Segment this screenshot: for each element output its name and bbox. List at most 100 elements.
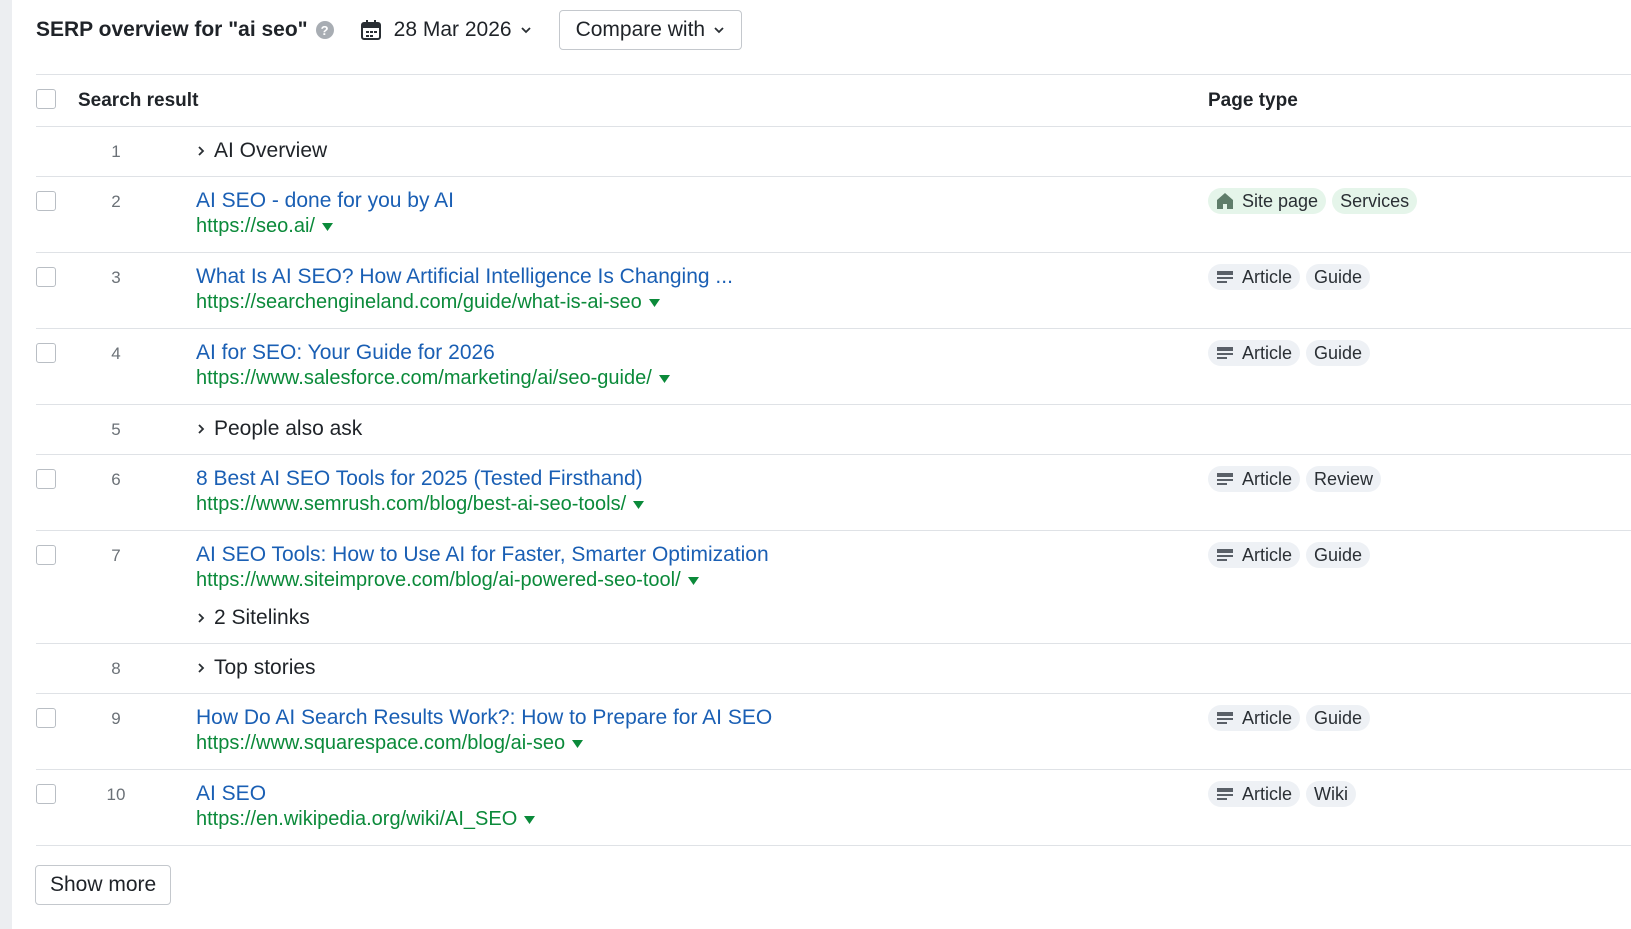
page-type-tag: Guide xyxy=(1306,340,1371,366)
home-icon xyxy=(1217,193,1233,209)
result-url[interactable]: https://www.squarespace.com/blog/ai-seo xyxy=(196,732,584,755)
result-url-text: https://www.salesforce.com/marketing/ai/… xyxy=(196,367,652,389)
article-icon xyxy=(1217,347,1233,359)
page-type-tag-label: Article xyxy=(1242,266,1293,287)
date-picker[interactable]: 28 Mar 2026 xyxy=(360,18,532,42)
page-type-tag-label: Guide xyxy=(1314,544,1363,565)
sitelinks-label: 2 Sitelinks xyxy=(214,606,310,629)
page-type-tag: Article xyxy=(1208,781,1301,807)
page-type-tag: Article xyxy=(1208,466,1301,492)
row-checkbox[interactable] xyxy=(36,784,56,804)
page-type-tag-label: Wiki xyxy=(1314,783,1349,804)
result-url[interactable]: https://searchengineland.com/guide/what-… xyxy=(196,291,660,314)
result-url-text: https://searchengineland.com/guide/what-… xyxy=(196,291,642,313)
page-type-tag-label: Article xyxy=(1242,544,1293,565)
result-url[interactable]: https://seo.ai/ xyxy=(196,215,333,238)
help-icon[interactable]: ? xyxy=(315,21,334,39)
article-icon xyxy=(1217,549,1233,561)
page-type-tag: Article xyxy=(1208,705,1301,731)
table-row: 6 8 Best AI SEO Tools for 2025 (Tested F… xyxy=(36,455,1631,531)
page-type-tag-label: Site page xyxy=(1242,190,1319,211)
result-url[interactable]: https://www.semrush.com/blog/best-ai-seo… xyxy=(196,493,645,516)
result-title-link[interactable]: AI SEO xyxy=(196,782,266,806)
result-url[interactable]: https://www.salesforce.com/marketing/ai/… xyxy=(196,367,670,390)
page-type-tag: Services xyxy=(1332,188,1418,214)
chevron-down-icon xyxy=(520,27,531,34)
page-type-tag: Wiki xyxy=(1306,781,1357,807)
show-more-button[interactable]: Show more xyxy=(35,865,172,905)
table-row: 10 AI SEO https://en.wikipedia.org/wiki/… xyxy=(36,770,1631,846)
row-checkbox[interactable] xyxy=(36,708,56,728)
position-number: 1 xyxy=(111,142,121,161)
page-type-tag: Site page xyxy=(1208,188,1327,214)
result-url-text: https://en.wikipedia.org/wiki/AI_SEO xyxy=(196,808,518,830)
serp-feature-toggle[interactable]: AI Overview xyxy=(196,139,327,163)
row-checkbox[interactable] xyxy=(36,343,56,363)
compare-with-button[interactable]: Compare with xyxy=(558,10,743,50)
result-title-link[interactable]: AI for SEO: Your Guide for 2026 xyxy=(196,341,495,365)
row-checkbox[interactable] xyxy=(36,469,56,489)
serp-feature-toggle[interactable]: Top stories xyxy=(196,656,316,680)
page-type-tags: Article Guide xyxy=(1208,705,1371,731)
caret-down-icon xyxy=(633,500,645,509)
result-url[interactable]: https://en.wikipedia.org/wiki/AI_SEO xyxy=(196,808,536,831)
article-icon xyxy=(1217,473,1233,485)
position-number: 2 xyxy=(111,192,121,211)
caret-down-icon xyxy=(572,739,584,748)
page-type-tags: Article Review xyxy=(1208,466,1382,492)
select-all-checkbox[interactable] xyxy=(36,89,56,109)
left-edge-bar xyxy=(0,0,12,929)
result-title-link[interactable]: AI SEO - done for you by AI xyxy=(196,189,454,213)
page-type-tags: Site page Services xyxy=(1208,188,1418,214)
calendar-icon xyxy=(360,20,381,40)
page-type-tag-label: Article xyxy=(1242,342,1293,363)
page-type-tag: Review xyxy=(1306,466,1382,492)
page-type-tag-label: Guide xyxy=(1314,266,1363,287)
article-icon xyxy=(1217,712,1233,724)
page-type-tag-label: Article xyxy=(1242,707,1293,728)
article-icon xyxy=(1217,271,1233,283)
position-number: 9 xyxy=(111,709,121,728)
caret-down-icon xyxy=(524,815,536,824)
position-number: 6 xyxy=(111,470,121,489)
page-type-tag-label: Article xyxy=(1242,783,1293,804)
column-header-page-type: Page type xyxy=(1208,89,1298,111)
table-row: 8 Top stories xyxy=(36,644,1631,694)
result-title-link[interactable]: How Do AI Search Results Work?: How to P… xyxy=(196,706,772,730)
result-title-link[interactable]: What Is AI SEO? How Artificial Intellige… xyxy=(196,265,733,289)
page-type-tag-label: Guide xyxy=(1314,707,1363,728)
caret-down-icon xyxy=(658,374,670,383)
page-type-tags: Article Guide xyxy=(1208,264,1371,290)
row-checkbox[interactable] xyxy=(36,267,56,287)
chevron-right-icon xyxy=(198,146,205,156)
table-row: 9 How Do AI Search Results Work?: How to… xyxy=(36,694,1631,770)
table-row: 5 People also ask xyxy=(36,405,1631,455)
serp-header: SERP overview for "ai seo" ? 28 Mar 2026… xyxy=(36,10,743,50)
row-checkbox[interactable] xyxy=(36,545,56,565)
sitelinks-toggle[interactable]: 2 Sitelinks xyxy=(196,606,310,630)
row-checkbox[interactable] xyxy=(36,191,56,211)
page-type-tag: Guide xyxy=(1306,264,1371,290)
result-title-link[interactable]: AI SEO Tools: How to Use AI for Faster, … xyxy=(196,543,769,567)
page-type-tag: Article xyxy=(1208,264,1301,290)
serp-feature-toggle[interactable]: People also ask xyxy=(196,417,362,441)
page-type-tag-label: Review xyxy=(1314,468,1374,489)
serp-table: Search result Page type 1 AI Overview 2 … xyxy=(36,74,1631,846)
date-value: 28 Mar 2026 xyxy=(393,18,512,41)
chevron-right-icon xyxy=(198,663,205,673)
page-type-tag-label: Services xyxy=(1340,190,1410,211)
page-type-tag: Guide xyxy=(1306,705,1371,731)
page-type-tag-label: Article xyxy=(1242,468,1293,489)
result-url-text: https://www.semrush.com/blog/best-ai-seo… xyxy=(196,493,627,515)
table-row: 1 AI Overview xyxy=(36,127,1631,177)
result-title-link[interactable]: 8 Best AI SEO Tools for 2025 (Tested Fir… xyxy=(196,467,643,491)
position-number: 8 xyxy=(111,659,121,678)
article-icon xyxy=(1217,788,1233,800)
result-url[interactable]: https://www.siteimprove.com/blog/ai-powe… xyxy=(196,569,699,592)
chevron-right-icon xyxy=(198,424,205,434)
serp-feature-label: AI Overview xyxy=(214,139,328,162)
page-type-tag: Article xyxy=(1208,340,1301,366)
position-number: 5 xyxy=(111,420,121,439)
table-row: 3 What Is AI SEO? How Artificial Intelli… xyxy=(36,253,1631,329)
position-number: 7 xyxy=(111,546,121,565)
